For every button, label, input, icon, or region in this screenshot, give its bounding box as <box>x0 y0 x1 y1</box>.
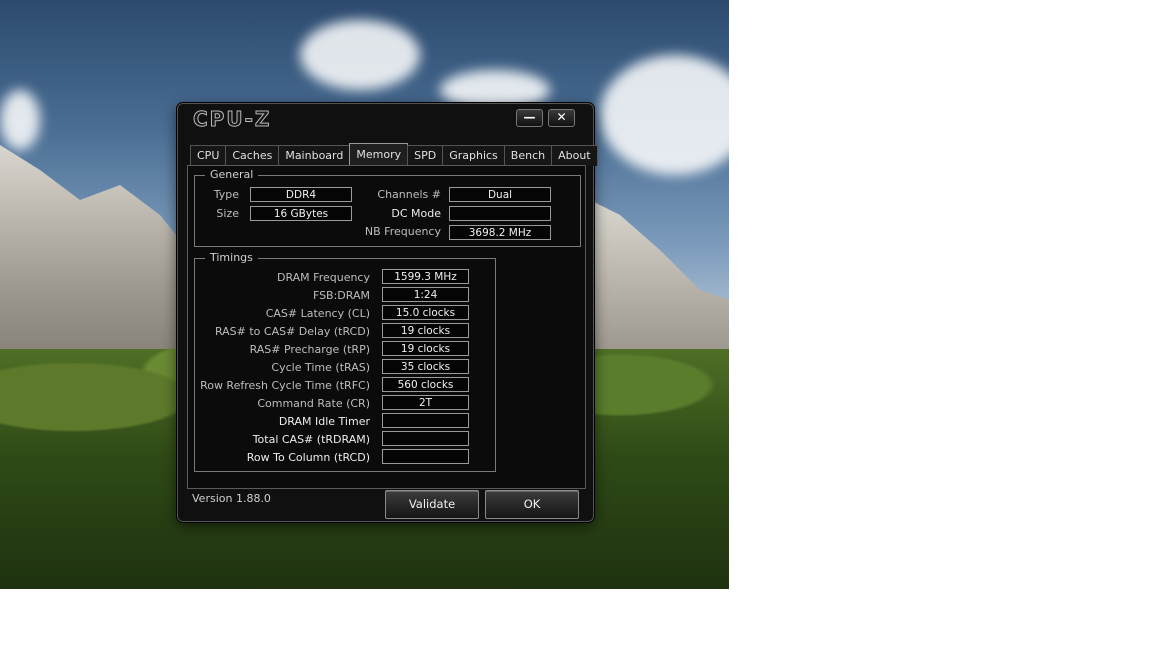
nb-frequency-value: 3698.2 MHz <box>449 225 551 240</box>
timings-group-title: Timings <box>205 251 258 265</box>
tab-bench[interactable]: Bench <box>503 145 553 166</box>
row-refresh-value: 560 clocks <box>382 377 469 392</box>
tab-spd[interactable]: SPD <box>407 145 444 166</box>
total-cas-label: Total CAS# (tRDRAM) <box>252 433 370 446</box>
dram-idle-timer-value <box>382 413 469 428</box>
fsb-dram-value: 1:24 <box>382 287 469 302</box>
cycle-time-label: Cycle Time (tRAS) <box>271 361 370 374</box>
timings-group: Timings DRAM Frequency 1599.3 MHz FSB:DR… <box>194 251 496 472</box>
cpuz-window: CPU-Z — ✕ CPU Caches Mainboard Memory SP… <box>177 103 598 522</box>
nb-frequency-label: NB Frequency <box>364 225 441 238</box>
version-label: Version 1.88.0 <box>192 492 271 505</box>
dc-mode-label: DC Mode <box>391 207 441 220</box>
cas-latency-label: CAS# Latency (CL) <box>265 307 370 320</box>
general-group: General Type DDR4 Size 16 GBytes Channel… <box>194 168 581 247</box>
tab-cpu[interactable]: CPU <box>190 145 227 166</box>
app-title-logo: CPU-Z <box>192 107 272 132</box>
general-group-title: General <box>205 168 259 182</box>
validate-button[interactable]: Validate <box>385 490 479 519</box>
channels-value: Dual <box>449 187 551 202</box>
memory-panel: General Type DDR4 Size 16 GBytes Channel… <box>187 165 586 489</box>
size-value: 16 GBytes <box>250 206 352 221</box>
tab-mainboard[interactable]: Mainboard <box>278 145 351 166</box>
dram-idle-timer-label: DRAM Idle Timer <box>278 415 370 428</box>
type-label: Type <box>213 188 239 201</box>
command-rate-label: Command Rate (CR) <box>257 397 370 410</box>
fsb-dram-label: FSB:DRAM <box>312 289 370 302</box>
ras-precharge-value: 19 clocks <box>382 341 469 356</box>
cas-latency-value: 15.0 clocks <box>382 305 469 320</box>
tab-memory[interactable]: Memory <box>349 143 409 166</box>
dc-mode-value <box>449 206 551 221</box>
row-to-column-label: Row To Column (tRCD) <box>246 451 370 464</box>
command-rate-value: 2T <box>382 395 469 410</box>
tab-bar: CPU Caches Mainboard Memory SPD Graphics… <box>190 143 598 166</box>
tab-graphics[interactable]: Graphics <box>442 145 505 166</box>
row-refresh-label: Row Refresh Cycle Time (tRFC) <box>200 379 370 392</box>
ras-precharge-label: RAS# Precharge (tRP) <box>249 343 370 356</box>
close-button[interactable]: ✕ <box>548 109 575 127</box>
dram-frequency-label: DRAM Frequency <box>276 271 370 284</box>
title-bar[interactable]: CPU-Z — ✕ <box>178 104 593 134</box>
dram-frequency-value: 1599.3 MHz <box>382 269 469 284</box>
ras-to-cas-label: RAS# to CAS# Delay (tRCD) <box>214 325 370 338</box>
ras-to-cas-value: 19 clocks <box>382 323 469 338</box>
minimize-button[interactable]: — <box>516 109 543 127</box>
row-to-column-value <box>382 449 469 464</box>
type-value: DDR4 <box>250 187 352 202</box>
ok-button[interactable]: OK <box>485 490 579 519</box>
total-cas-value <box>382 431 469 446</box>
channels-label: Channels # <box>377 188 441 201</box>
tab-caches[interactable]: Caches <box>225 145 280 166</box>
tab-about[interactable]: About <box>551 145 598 166</box>
cycle-time-value: 35 clocks <box>382 359 469 374</box>
size-label: Size <box>216 207 239 220</box>
